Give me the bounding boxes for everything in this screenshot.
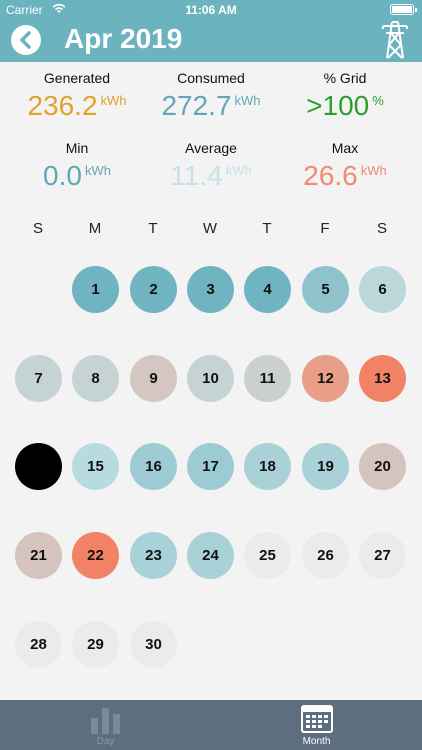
calendar-day[interactable]: 15 xyxy=(72,443,119,490)
calendar-day[interactable]: 22 xyxy=(72,532,119,579)
bar-chart-icon xyxy=(91,708,120,734)
chevron-left-icon xyxy=(20,31,31,49)
tab-label: Month xyxy=(302,736,331,747)
tab-month[interactable]: Month xyxy=(211,700,422,750)
calendar-day[interactable]: 13 xyxy=(359,355,406,402)
stat-label: Max xyxy=(331,140,359,156)
calendar-day[interactable]: 19 xyxy=(302,443,349,490)
calendar-day[interactable]: 18 xyxy=(244,443,291,490)
calendar-day[interactable] xyxy=(15,443,62,490)
stat-value: 236.2 kWh xyxy=(7,86,147,121)
average-unit: kWh xyxy=(225,163,252,178)
calendar-day[interactable]: 6 xyxy=(359,266,406,313)
calendar-day[interactable]: 26 xyxy=(302,532,349,579)
tab-day[interactable]: Day xyxy=(0,700,211,750)
generated-unit: kWh xyxy=(100,93,127,108)
weekday-sat: S xyxy=(376,220,387,237)
tab-bar: Day Month xyxy=(0,700,422,750)
calendar-day[interactable]: 5 xyxy=(302,266,349,313)
calendar-day[interactable]: 17 xyxy=(187,443,234,490)
calendar-day[interactable]: 21 xyxy=(15,532,62,579)
stat-value: >100% xyxy=(275,86,415,121)
calendar-day[interactable]: 9 xyxy=(130,355,177,402)
stat-min: Min 0.0 kWh xyxy=(7,140,147,191)
max-value: 26.6 xyxy=(303,160,358,191)
stat-label: % Grid xyxy=(323,70,367,86)
stat-label: Generated xyxy=(43,70,111,86)
stat-label: Consumed xyxy=(177,70,245,86)
status-time: 11:06 AM xyxy=(185,3,237,17)
stat-value: 0.0 kWh xyxy=(7,156,147,191)
calendar-day[interactable]: 27 xyxy=(359,532,406,579)
weekday-sun: S xyxy=(32,220,43,237)
max-unit: kWh xyxy=(360,163,387,178)
calendar-day[interactable]: 29 xyxy=(72,621,119,668)
stat-label: Min xyxy=(65,140,89,156)
weekday-fri: F xyxy=(320,220,330,237)
header: Apr 2019 xyxy=(0,20,422,62)
grid-unit: % xyxy=(372,93,384,108)
calendar-day[interactable]: 28 xyxy=(15,621,62,668)
calendar-day[interactable]: 25 xyxy=(244,532,291,579)
weekday-tue: T xyxy=(148,220,158,237)
calendar-icon xyxy=(301,705,333,733)
calendar-day[interactable]: 10 xyxy=(187,355,234,402)
consumed-unit: kWh xyxy=(234,93,261,108)
stat-grid: % Grid >100% xyxy=(275,70,415,121)
calendar-day[interactable]: 2 xyxy=(130,266,177,313)
stat-max: Max 26.6 kWh xyxy=(275,140,415,191)
stat-value: 26.6 kWh xyxy=(275,156,415,191)
calendar-day[interactable]: 23 xyxy=(130,532,177,579)
tab-label: Day xyxy=(96,736,115,747)
calendar-day[interactable]: 8 xyxy=(72,355,119,402)
stat-value: 272.7 kWh xyxy=(141,86,281,121)
calendar-day[interactable]: 4 xyxy=(244,266,291,313)
grid-value: >100 xyxy=(306,90,370,121)
stat-value: 11.4 kWh xyxy=(141,156,281,191)
calendar-day[interactable]: 3 xyxy=(187,266,234,313)
calendar-day[interactable]: 20 xyxy=(359,443,406,490)
page-title: Apr 2019 xyxy=(64,23,183,54)
stat-label: Average xyxy=(185,140,237,156)
calendar-day[interactable]: 16 xyxy=(130,443,177,490)
battery-icon xyxy=(390,4,417,15)
calendar-day[interactable]: 30 xyxy=(130,621,177,668)
average-value: 11.4 xyxy=(170,160,223,191)
calendar-day[interactable]: 11 xyxy=(244,355,291,402)
back-button[interactable] xyxy=(11,25,41,55)
calendar-day[interactable]: 24 xyxy=(187,532,234,579)
consumed-value: 272.7 xyxy=(161,90,232,121)
stat-generated: Generated 236.2 kWh xyxy=(7,70,147,121)
weekday-wed: W xyxy=(202,220,218,237)
calendar-day[interactable]: 1 xyxy=(72,266,119,313)
generated-value: 236.2 xyxy=(27,90,98,121)
calendar-day[interactable]: 7 xyxy=(15,355,62,402)
calendar-day[interactable]: 12 xyxy=(302,355,349,402)
stat-consumed: Consumed 272.7 kWh xyxy=(141,70,281,121)
weekday-thu: T xyxy=(262,220,272,237)
min-value: 0.0 xyxy=(43,160,82,191)
power-tower-icon[interactable] xyxy=(380,20,410,65)
status-bar: Carrier 11:06 AM xyxy=(0,0,422,20)
min-unit: kWh xyxy=(84,163,111,178)
weekday-mon: M xyxy=(88,220,102,237)
stat-average: Average 11.4 kWh xyxy=(141,140,281,191)
